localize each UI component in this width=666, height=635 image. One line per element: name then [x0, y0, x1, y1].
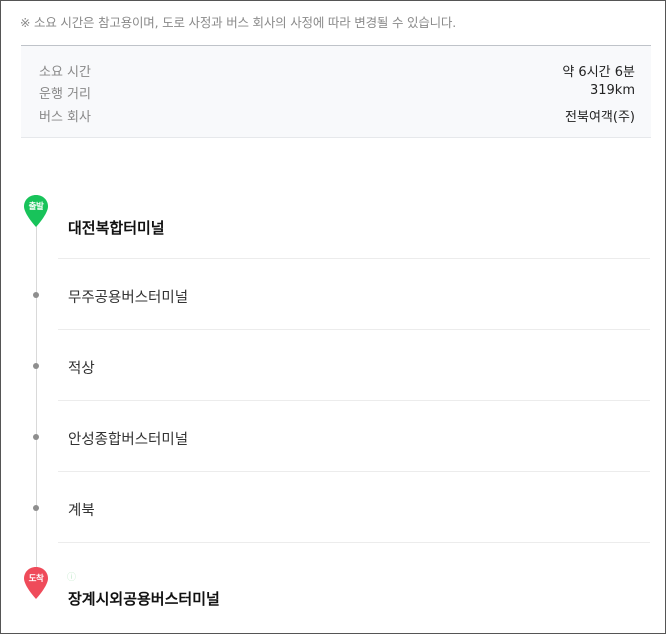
arrival-pin-icon: 도착	[23, 566, 49, 600]
arrival-badge: 도착	[28, 574, 44, 584]
stop-dot-icon	[33, 505, 39, 511]
departure-stop: 대전복합터미널	[68, 219, 165, 237]
stop-dot-icon	[33, 363, 39, 369]
departure-badge: 출발	[28, 202, 44, 212]
info-mark-icon: ⓘ	[67, 573, 77, 583]
arrival-stop: 장계시외공용버스터미널	[68, 590, 220, 608]
timeline-line	[36, 219, 37, 579]
divider	[58, 542, 650, 543]
stop-item: 계북	[68, 503, 95, 519]
departure-pin-icon: 출발	[23, 194, 49, 228]
divider	[58, 400, 650, 401]
divider	[58, 258, 650, 259]
stop-item: 무주공용버스터미널	[68, 290, 189, 306]
stop-item: 적상	[68, 361, 95, 377]
route-timeline: 출발 대전복합터미널 무주공용버스터미널 적상 안성종합버스터미널 계북 ⓘ 도…	[1, 1, 666, 635]
divider	[58, 329, 650, 330]
stop-dot-icon	[33, 292, 39, 298]
divider	[58, 471, 650, 472]
stop-dot-icon	[33, 434, 39, 440]
stop-item: 안성종합버스터미널	[68, 432, 189, 448]
